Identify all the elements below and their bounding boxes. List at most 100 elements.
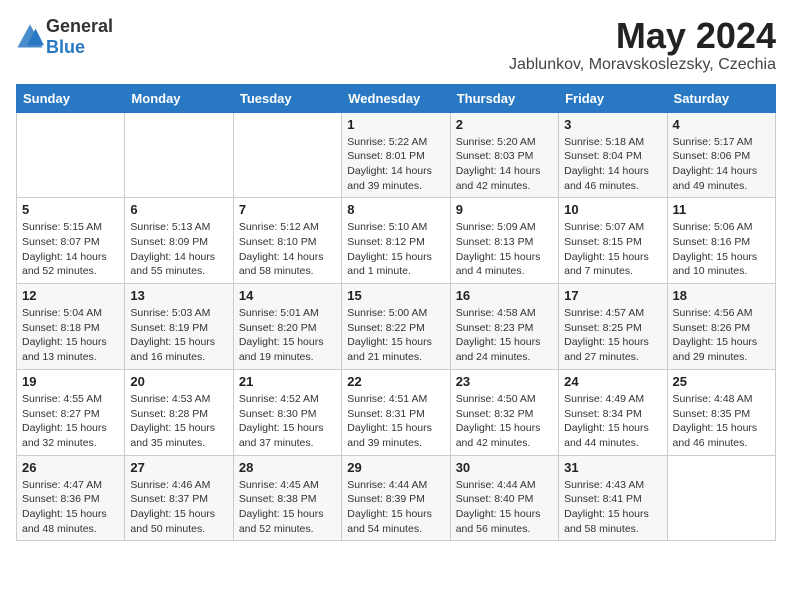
day-info: Sunrise: 4:51 AM Sunset: 8:31 PM Dayligh… (347, 392, 444, 451)
calendar-week-2: 5 Sunrise: 5:15 AM Sunset: 8:07 PM Daylig… (17, 198, 776, 284)
day-number: 15 (347, 288, 444, 303)
calendar-cell: 10 Sunrise: 5:07 AM Sunset: 8:15 PM Dayli… (559, 198, 667, 284)
day-number: 28 (239, 460, 336, 475)
day-number: 3 (564, 117, 661, 132)
day-info: Sunrise: 4:52 AM Sunset: 8:30 PM Dayligh… (239, 392, 336, 451)
day-info: Sunrise: 4:57 AM Sunset: 8:25 PM Dayligh… (564, 306, 661, 365)
day-number: 30 (456, 460, 553, 475)
calendar-cell: 1Sunrise: 5:22 AM Sunset: 8:01 PM Daylig… (342, 112, 450, 198)
day-info: Sunrise: 4:49 AM Sunset: 8:34 PM Dayligh… (564, 392, 661, 451)
calendar-cell: 19 Sunrise: 4:55 AM Sunset: 8:27 PM Dayli… (17, 369, 125, 455)
calendar-table: SundayMondayTuesdayWednesdayThursdayFrid… (16, 84, 776, 542)
day-info: Sunrise: 4:50 AM Sunset: 8:32 PM Dayligh… (456, 392, 553, 451)
day-of-week-tuesday: Tuesday (233, 84, 341, 112)
calendar-cell: 14 Sunrise: 5:01 AM Sunset: 8:20 PM Dayli… (233, 284, 341, 370)
day-number: 10 (564, 202, 661, 217)
logo-general: General (46, 16, 113, 36)
calendar-cell: 30 Sunrise: 4:44 AM Sunset: 8:40 PM Dayli… (450, 455, 558, 541)
day-info: Sunrise: 4:55 AM Sunset: 8:27 PM Dayligh… (22, 392, 119, 451)
day-number: 22 (347, 374, 444, 389)
calendar-cell: 7 Sunrise: 5:12 AM Sunset: 8:10 PM Daylig… (233, 198, 341, 284)
day-number: 4 (673, 117, 770, 132)
logo-blue: Blue (46, 37, 85, 57)
calendar-header: SundayMondayTuesdayWednesdayThursdayFrid… (17, 84, 776, 112)
day-info: Sunrise: 4:44 AM Sunset: 8:40 PM Dayligh… (456, 478, 553, 537)
calendar-cell: 17 Sunrise: 4:57 AM Sunset: 8:25 PM Dayli… (559, 284, 667, 370)
calendar-cell: 26Sunrise: 4:47 AM Sunset: 8:36 PM Dayli… (17, 455, 125, 541)
day-info: Sunrise: 4:48 AM Sunset: 8:35 PM Dayligh… (673, 392, 770, 451)
calendar-week-3: 12 Sunrise: 5:04 AM Sunset: 8:18 PM Dayli… (17, 284, 776, 370)
day-of-week-saturday: Saturday (667, 84, 775, 112)
calendar-cell: 27 Sunrise: 4:46 AM Sunset: 8:37 PM Dayli… (125, 455, 233, 541)
day-number: 8 (347, 202, 444, 217)
day-number: 26 (22, 460, 119, 475)
calendar-cell: 3 Sunrise: 5:18 AM Sunset: 8:04 PM Daylig… (559, 112, 667, 198)
day-info: Sunrise: 5:06 AM Sunset: 8:16 PM Dayligh… (673, 220, 770, 279)
day-number: 27 (130, 460, 227, 475)
calendar-week-4: 19 Sunrise: 4:55 AM Sunset: 8:27 PM Dayli… (17, 369, 776, 455)
day-header-row: SundayMondayTuesdayWednesdayThursdayFrid… (17, 84, 776, 112)
day-number: 31 (564, 460, 661, 475)
calendar-cell: 12 Sunrise: 5:04 AM Sunset: 8:18 PM Dayli… (17, 284, 125, 370)
calendar-cell (233, 112, 341, 198)
day-info: Sunrise: 5:00 AM Sunset: 8:22 PM Dayligh… (347, 306, 444, 365)
day-number: 19 (22, 374, 119, 389)
day-info: Sunrise: 5:15 AM Sunset: 8:07 PM Dayligh… (22, 220, 119, 279)
day-number: 9 (456, 202, 553, 217)
day-info: Sunrise: 4:56 AM Sunset: 8:26 PM Dayligh… (673, 306, 770, 365)
day-number: 11 (673, 202, 770, 217)
day-number: 29 (347, 460, 444, 475)
day-info: Sunrise: 4:45 AM Sunset: 8:38 PM Dayligh… (239, 478, 336, 537)
day-number: 7 (239, 202, 336, 217)
calendar-week-1: 1Sunrise: 5:22 AM Sunset: 8:01 PM Daylig… (17, 112, 776, 198)
day-info: Sunrise: 4:58 AM Sunset: 8:23 PM Dayligh… (456, 306, 553, 365)
day-info: Sunrise: 5:20 AM Sunset: 8:03 PM Dayligh… (456, 135, 553, 194)
day-info: Sunrise: 5:12 AM Sunset: 8:10 PM Dayligh… (239, 220, 336, 279)
title-block: May 2024 Jablunkov, Moravskoslezsky, Cze… (509, 16, 776, 74)
day-info: Sunrise: 5:10 AM Sunset: 8:12 PM Dayligh… (347, 220, 444, 279)
day-info: Sunrise: 4:43 AM Sunset: 8:41 PM Dayligh… (564, 478, 661, 537)
day-number: 24 (564, 374, 661, 389)
day-of-week-friday: Friday (559, 84, 667, 112)
day-number: 23 (456, 374, 553, 389)
day-number: 16 (456, 288, 553, 303)
logo-icon (16, 23, 44, 51)
calendar-week-5: 26Sunrise: 4:47 AM Sunset: 8:36 PM Dayli… (17, 455, 776, 541)
calendar-cell: 13Sunrise: 5:03 AM Sunset: 8:19 PM Dayli… (125, 284, 233, 370)
day-number: 13 (130, 288, 227, 303)
calendar-cell: 2Sunrise: 5:20 AM Sunset: 8:03 PM Daylig… (450, 112, 558, 198)
calendar-cell: 22 Sunrise: 4:51 AM Sunset: 8:31 PM Dayli… (342, 369, 450, 455)
day-number: 12 (22, 288, 119, 303)
day-number: 5 (22, 202, 119, 217)
logo: General Blue (16, 16, 113, 58)
day-number: 25 (673, 374, 770, 389)
day-info: Sunrise: 5:17 AM Sunset: 8:06 PM Dayligh… (673, 135, 770, 194)
day-info: Sunrise: 5:01 AM Sunset: 8:20 PM Dayligh… (239, 306, 336, 365)
day-of-week-thursday: Thursday (450, 84, 558, 112)
calendar-cell: 4 Sunrise: 5:17 AM Sunset: 8:06 PM Daylig… (667, 112, 775, 198)
calendar-cell: 21Sunrise: 4:52 AM Sunset: 8:30 PM Dayli… (233, 369, 341, 455)
calendar-cell: 11 Sunrise: 5:06 AM Sunset: 8:16 PM Dayli… (667, 198, 775, 284)
day-info: Sunrise: 5:18 AM Sunset: 8:04 PM Dayligh… (564, 135, 661, 194)
day-number: 20 (130, 374, 227, 389)
day-info: Sunrise: 5:09 AM Sunset: 8:13 PM Dayligh… (456, 220, 553, 279)
calendar-cell: 25 Sunrise: 4:48 AM Sunset: 8:35 PM Dayli… (667, 369, 775, 455)
calendar-cell: 16 Sunrise: 4:58 AM Sunset: 8:23 PM Dayli… (450, 284, 558, 370)
day-info: Sunrise: 5:04 AM Sunset: 8:18 PM Dayligh… (22, 306, 119, 365)
day-info: Sunrise: 5:13 AM Sunset: 8:09 PM Dayligh… (130, 220, 227, 279)
day-info: Sunrise: 5:07 AM Sunset: 8:15 PM Dayligh… (564, 220, 661, 279)
day-of-week-monday: Monday (125, 84, 233, 112)
calendar-cell (17, 112, 125, 198)
day-number: 1 (347, 117, 444, 132)
calendar-cell: 28 Sunrise: 4:45 AM Sunset: 8:38 PM Dayli… (233, 455, 341, 541)
calendar-cell (125, 112, 233, 198)
day-info: Sunrise: 4:46 AM Sunset: 8:37 PM Dayligh… (130, 478, 227, 537)
day-number: 14 (239, 288, 336, 303)
calendar-cell: 24 Sunrise: 4:49 AM Sunset: 8:34 PM Dayli… (559, 369, 667, 455)
calendar-cell: 23 Sunrise: 4:50 AM Sunset: 8:32 PM Dayli… (450, 369, 558, 455)
calendar-cell: 9 Sunrise: 5:09 AM Sunset: 8:13 PM Daylig… (450, 198, 558, 284)
day-number: 6 (130, 202, 227, 217)
day-info: Sunrise: 4:53 AM Sunset: 8:28 PM Dayligh… (130, 392, 227, 451)
calendar-cell: 6 Sunrise: 5:13 AM Sunset: 8:09 PM Daylig… (125, 198, 233, 284)
day-number: 17 (564, 288, 661, 303)
